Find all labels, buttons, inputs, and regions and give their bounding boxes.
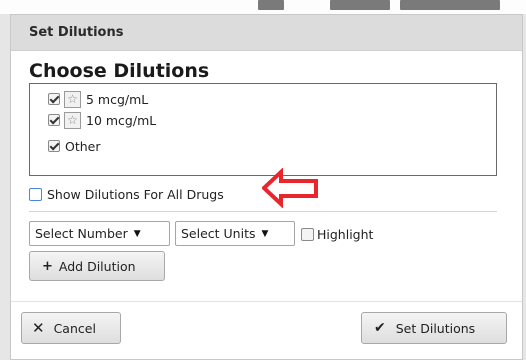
select-number-dropdown[interactable]: Select Number ▼ [29,221,170,246]
dilution-option-other[interactable]: Other [48,137,101,155]
checkbox[interactable] [48,114,60,126]
star-outline-icon[interactable]: ☆ [64,111,81,129]
highlight-checkbox[interactable] [301,228,314,241]
select-units-dropdown[interactable]: Select Units ▼ [175,221,295,246]
highlight-option[interactable]: Highlight [301,227,373,242]
dialog-titlebar[interactable]: Set Dilutions [11,15,522,51]
show-all-label: Show Dilutions For All Drugs [47,187,224,202]
dilution-option-5-mcg[interactable]: ☆ 5 mcg/mL [48,90,148,108]
add-dilution-button[interactable]: + Add Dilution [29,251,165,281]
dilution-label: Other [65,138,101,154]
cancel-label: Cancel [53,320,96,336]
red-arrow-icon [262,168,318,208]
add-dilution-label: Add Dilution [58,258,136,274]
footer-divider [11,301,522,302]
cancel-button[interactable]: ✕ Cancel [21,312,121,344]
checkmark-icon: ✔ [374,320,386,336]
plus-icon: + [42,258,53,274]
close-icon: ✕ [32,319,45,337]
choose-dilutions-heading: Choose Dilutions [29,60,210,82]
show-all-drugs-option[interactable]: Show Dilutions For All Drugs [29,187,224,202]
dilution-label: 5 mcg/mL [86,91,149,107]
caret-down-icon: ▼ [261,228,269,239]
show-all-checkbox[interactable] [29,188,42,201]
highlight-label: Highlight [317,227,374,242]
select-number-value: Select Number [35,226,128,241]
checkbox[interactable] [48,140,60,152]
dilutions-list: ☆ 5 mcg/mL ☆ 10 mcg/mL Other [29,83,497,176]
background-element [258,0,284,10]
dilution-label: 10 mcg/mL [86,112,157,128]
background-element [330,0,390,10]
set-dilutions-button[interactable]: ✔ Set Dilutions [361,312,507,344]
background-element [400,0,500,10]
set-dilutions-label: Set Dilutions [395,320,476,336]
checkbox[interactable] [48,93,60,105]
caret-down-icon: ▼ [133,228,141,239]
divider [29,211,497,212]
star-outline-icon[interactable]: ☆ [64,90,81,108]
dilution-option-10-mcg[interactable]: ☆ 10 mcg/mL [48,111,156,129]
set-dilutions-dialog: Set Dilutions Choose Dilutions ☆ 5 mcg/m… [10,14,523,360]
dialog-title: Set Dilutions [29,25,124,40]
select-units-value: Select Units [181,226,256,241]
